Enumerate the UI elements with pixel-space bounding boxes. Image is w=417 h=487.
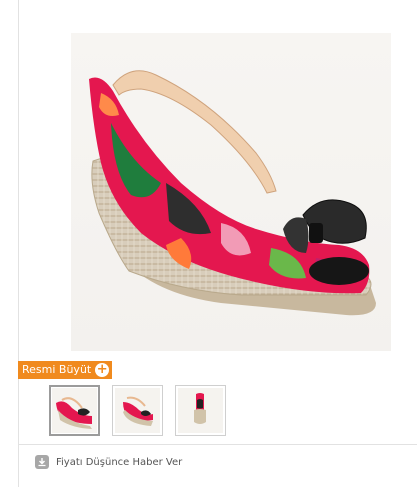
thumbnail-image [178, 388, 223, 433]
thumbnail-image [52, 388, 97, 433]
price-drop-alert-label: Fiyatı Düşünce Haber Ver [56, 456, 183, 468]
section-divider [18, 444, 417, 445]
product-main-image[interactable] [71, 33, 391, 351]
enlarge-image-button[interactable]: Resmi Büyüt + [18, 361, 113, 379]
price-drop-alert-link[interactable]: Fiyatı Düşünce Haber Ver [35, 455, 182, 469]
thumbnail-2[interactable] [112, 385, 163, 436]
thumbnail-3[interactable] [175, 385, 226, 436]
plus-circle-icon: + [95, 362, 110, 377]
thumbnail-image [115, 388, 160, 433]
download-arrow-icon [35, 455, 49, 469]
left-divider-line [18, 0, 19, 487]
sandal-illustration [89, 70, 376, 316]
enlarge-image-label: Resmi Büyüt [22, 363, 92, 376]
thumbnail-1[interactable] [49, 385, 100, 436]
thumbnail-strip [49, 385, 226, 436]
